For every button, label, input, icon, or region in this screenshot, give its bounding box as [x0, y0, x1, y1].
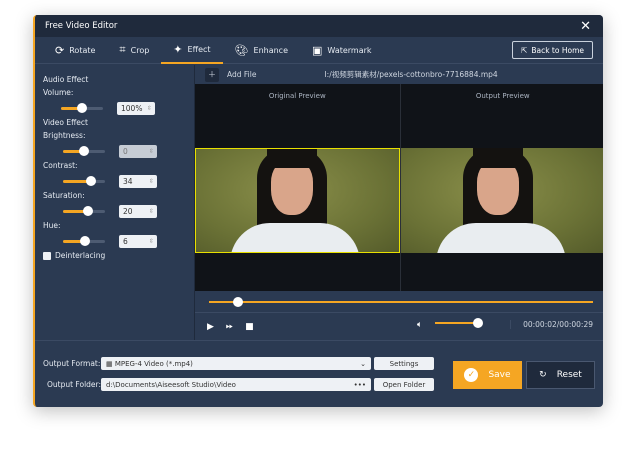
timeline-track[interactable] — [209, 301, 593, 303]
tab-crop[interactable]: ⌗ Crop — [107, 37, 161, 64]
reset-icon: ↻ — [539, 370, 547, 380]
brightness-slider[interactable] — [63, 145, 105, 156]
brightness-label: Brightness: — [43, 131, 86, 140]
folder-value: d:\Documents\Aiseesoft Studio\Video — [106, 380, 236, 389]
crop-icon: ⌗ — [119, 43, 126, 56]
brightness-value: 0 — [123, 146, 128, 156]
mp4-icon: ▦ — [106, 359, 115, 368]
tab-enhance[interactable]: 🎨︎ Enhance — [223, 37, 300, 64]
saturation-label: Saturation: — [43, 191, 85, 200]
browse-button[interactable]: ••• — [354, 381, 366, 389]
speaker-icon[interactable]: 🔈︎ — [417, 320, 422, 330]
volume-label: Volume: — [43, 88, 74, 97]
audio-effect-heading: Audio Effect — [43, 75, 89, 84]
check-icon: ✓ — [464, 368, 479, 382]
player-controls: ▶ ⏩︎ ■ 🔈︎ 00:00:02/00:00:29 — [195, 313, 603, 340]
save-label: Save — [488, 370, 511, 380]
reset-label: Reset — [556, 370, 582, 380]
tab-label: Effect — [187, 44, 211, 54]
contrast-label: Contrast: — [43, 161, 78, 170]
output-preview: Output Preview — [400, 84, 603, 291]
volume-handle[interactable] — [473, 318, 483, 328]
preview-panes: Original Preview Output Preview — [195, 84, 603, 291]
saturation-value: 20 — [123, 206, 133, 216]
tab-watermark[interactable]: ▣ Watermark — [300, 37, 384, 64]
brightness-stepper[interactable]: 0 ⇳ — [119, 144, 157, 158]
tab-label: Watermark — [327, 45, 372, 55]
checkbox-box[interactable] — [43, 251, 51, 260]
timeline-handle[interactable] — [233, 297, 243, 307]
output-settings: Output Format: ▦ MPEG-4 Video (*.mp4) ⌄ S… — [35, 340, 603, 407]
playback-time: 00:00:02/00:00:29 — [510, 320, 593, 329]
contrast-slider[interactable] — [63, 175, 105, 186]
tab-label: Enhance — [253, 45, 289, 55]
deinterlacing-checkbox[interactable]: Deinterlacing — [43, 251, 186, 260]
video-effect-heading: Video Effect — [43, 118, 88, 127]
timeline — [195, 291, 603, 313]
add-file-button[interactable]: Add File — [227, 70, 256, 79]
volume-stepper[interactable]: 100% ⇳ — [117, 101, 155, 115]
tab-label: Crop — [130, 45, 150, 55]
file-path: I:/视频剪辑素材/pexels-cottonbro-7716884.mp4 — [324, 70, 498, 79]
open-folder-button[interactable]: Open Folder — [374, 378, 434, 391]
original-preview: Original Preview — [195, 84, 401, 291]
window-title: Free Video Editor — [45, 21, 118, 31]
palette-icon: 🎨︎ — [234, 43, 249, 57]
watermark-icon: ▣ — [312, 43, 323, 57]
deinterlacing-label: Deinterlacing — [55, 251, 106, 260]
stop-icon[interactable]: ■ — [245, 322, 254, 332]
tab-rotate[interactable]: ⟳ Rotate — [43, 37, 107, 64]
chevron-down-icon: ⌄ — [360, 359, 366, 368]
back-home-label: Back to Home — [531, 45, 584, 55]
video-editor-window: Free Video Editor ✕ ⟳ Rotate ⌗ Crop ✦ Effec… — [33, 15, 603, 407]
hue-label: Hue: — [43, 221, 61, 230]
save-button[interactable]: ✓ Save — [453, 361, 522, 389]
output-preview-label: Output Preview — [475, 92, 530, 100]
saturation-slider[interactable] — [63, 205, 105, 216]
output-format-select[interactable]: ▦ MPEG-4 Video (*.mp4) ⌄ — [101, 357, 371, 370]
rotate-icon: ⟳ — [55, 43, 65, 57]
back-to-home-button[interactable]: ⇱ Back to Home — [512, 41, 593, 59]
title-bar: Free Video Editor — [35, 15, 603, 37]
preview-area: ＋ Add File I:/视频剪辑素材/pexels-cottonbro-77… — [195, 65, 603, 340]
contrast-stepper[interactable]: 34 ⇳ — [119, 174, 157, 188]
output-folder-field[interactable]: d:\Documents\Aiseesoft Studio\Video ••• — [101, 378, 371, 391]
tab-bar: ⟳ Rotate ⌗ Crop ✦ Effect 🎨︎ Enhance ▣ Waterma… — [35, 37, 603, 64]
reset-button[interactable]: ↻ Reset — [526, 361, 595, 389]
add-file-icon[interactable]: ＋ — [205, 67, 219, 82]
hue-slider[interactable] — [63, 235, 105, 246]
hue-stepper[interactable]: 6 ⇳ — [119, 234, 157, 248]
hue-value: 6 — [123, 236, 128, 246]
output-video-frame — [400, 148, 603, 253]
output-folder-label: Output Folder: — [47, 380, 102, 389]
close-icon[interactable]: ✕ — [580, 19, 591, 34]
crop-selection[interactable] — [195, 148, 400, 253]
volume-slider[interactable] — [61, 102, 103, 113]
effect-panel: Audio Effect Volume: 100% ⇳ Video Effect … — [35, 65, 195, 340]
output-format-label: Output Format: — [43, 359, 101, 368]
format-value: MPEG-4 Video (*.mp4) — [114, 359, 193, 368]
original-preview-label: Original Preview — [268, 92, 326, 100]
play-icon[interactable]: ▶ — [207, 322, 214, 332]
contrast-value: 34 — [123, 176, 133, 186]
home-icon: ⇱ — [521, 45, 528, 55]
effect-icon: ✦ — [173, 42, 183, 56]
file-bar: ＋ Add File I:/视频剪辑素材/pexels-cottonbro-77… — [195, 65, 603, 84]
tab-label: Rotate — [69, 45, 96, 55]
saturation-stepper[interactable]: 20 ⇳ — [119, 204, 157, 218]
settings-button[interactable]: Settings — [374, 357, 434, 370]
tab-effect[interactable]: ✦ Effect — [161, 37, 223, 64]
volume-value: 100% — [121, 103, 143, 113]
original-video-frame[interactable] — [195, 148, 400, 253]
fast-forward-icon[interactable]: ⏩︎ — [226, 322, 233, 332]
